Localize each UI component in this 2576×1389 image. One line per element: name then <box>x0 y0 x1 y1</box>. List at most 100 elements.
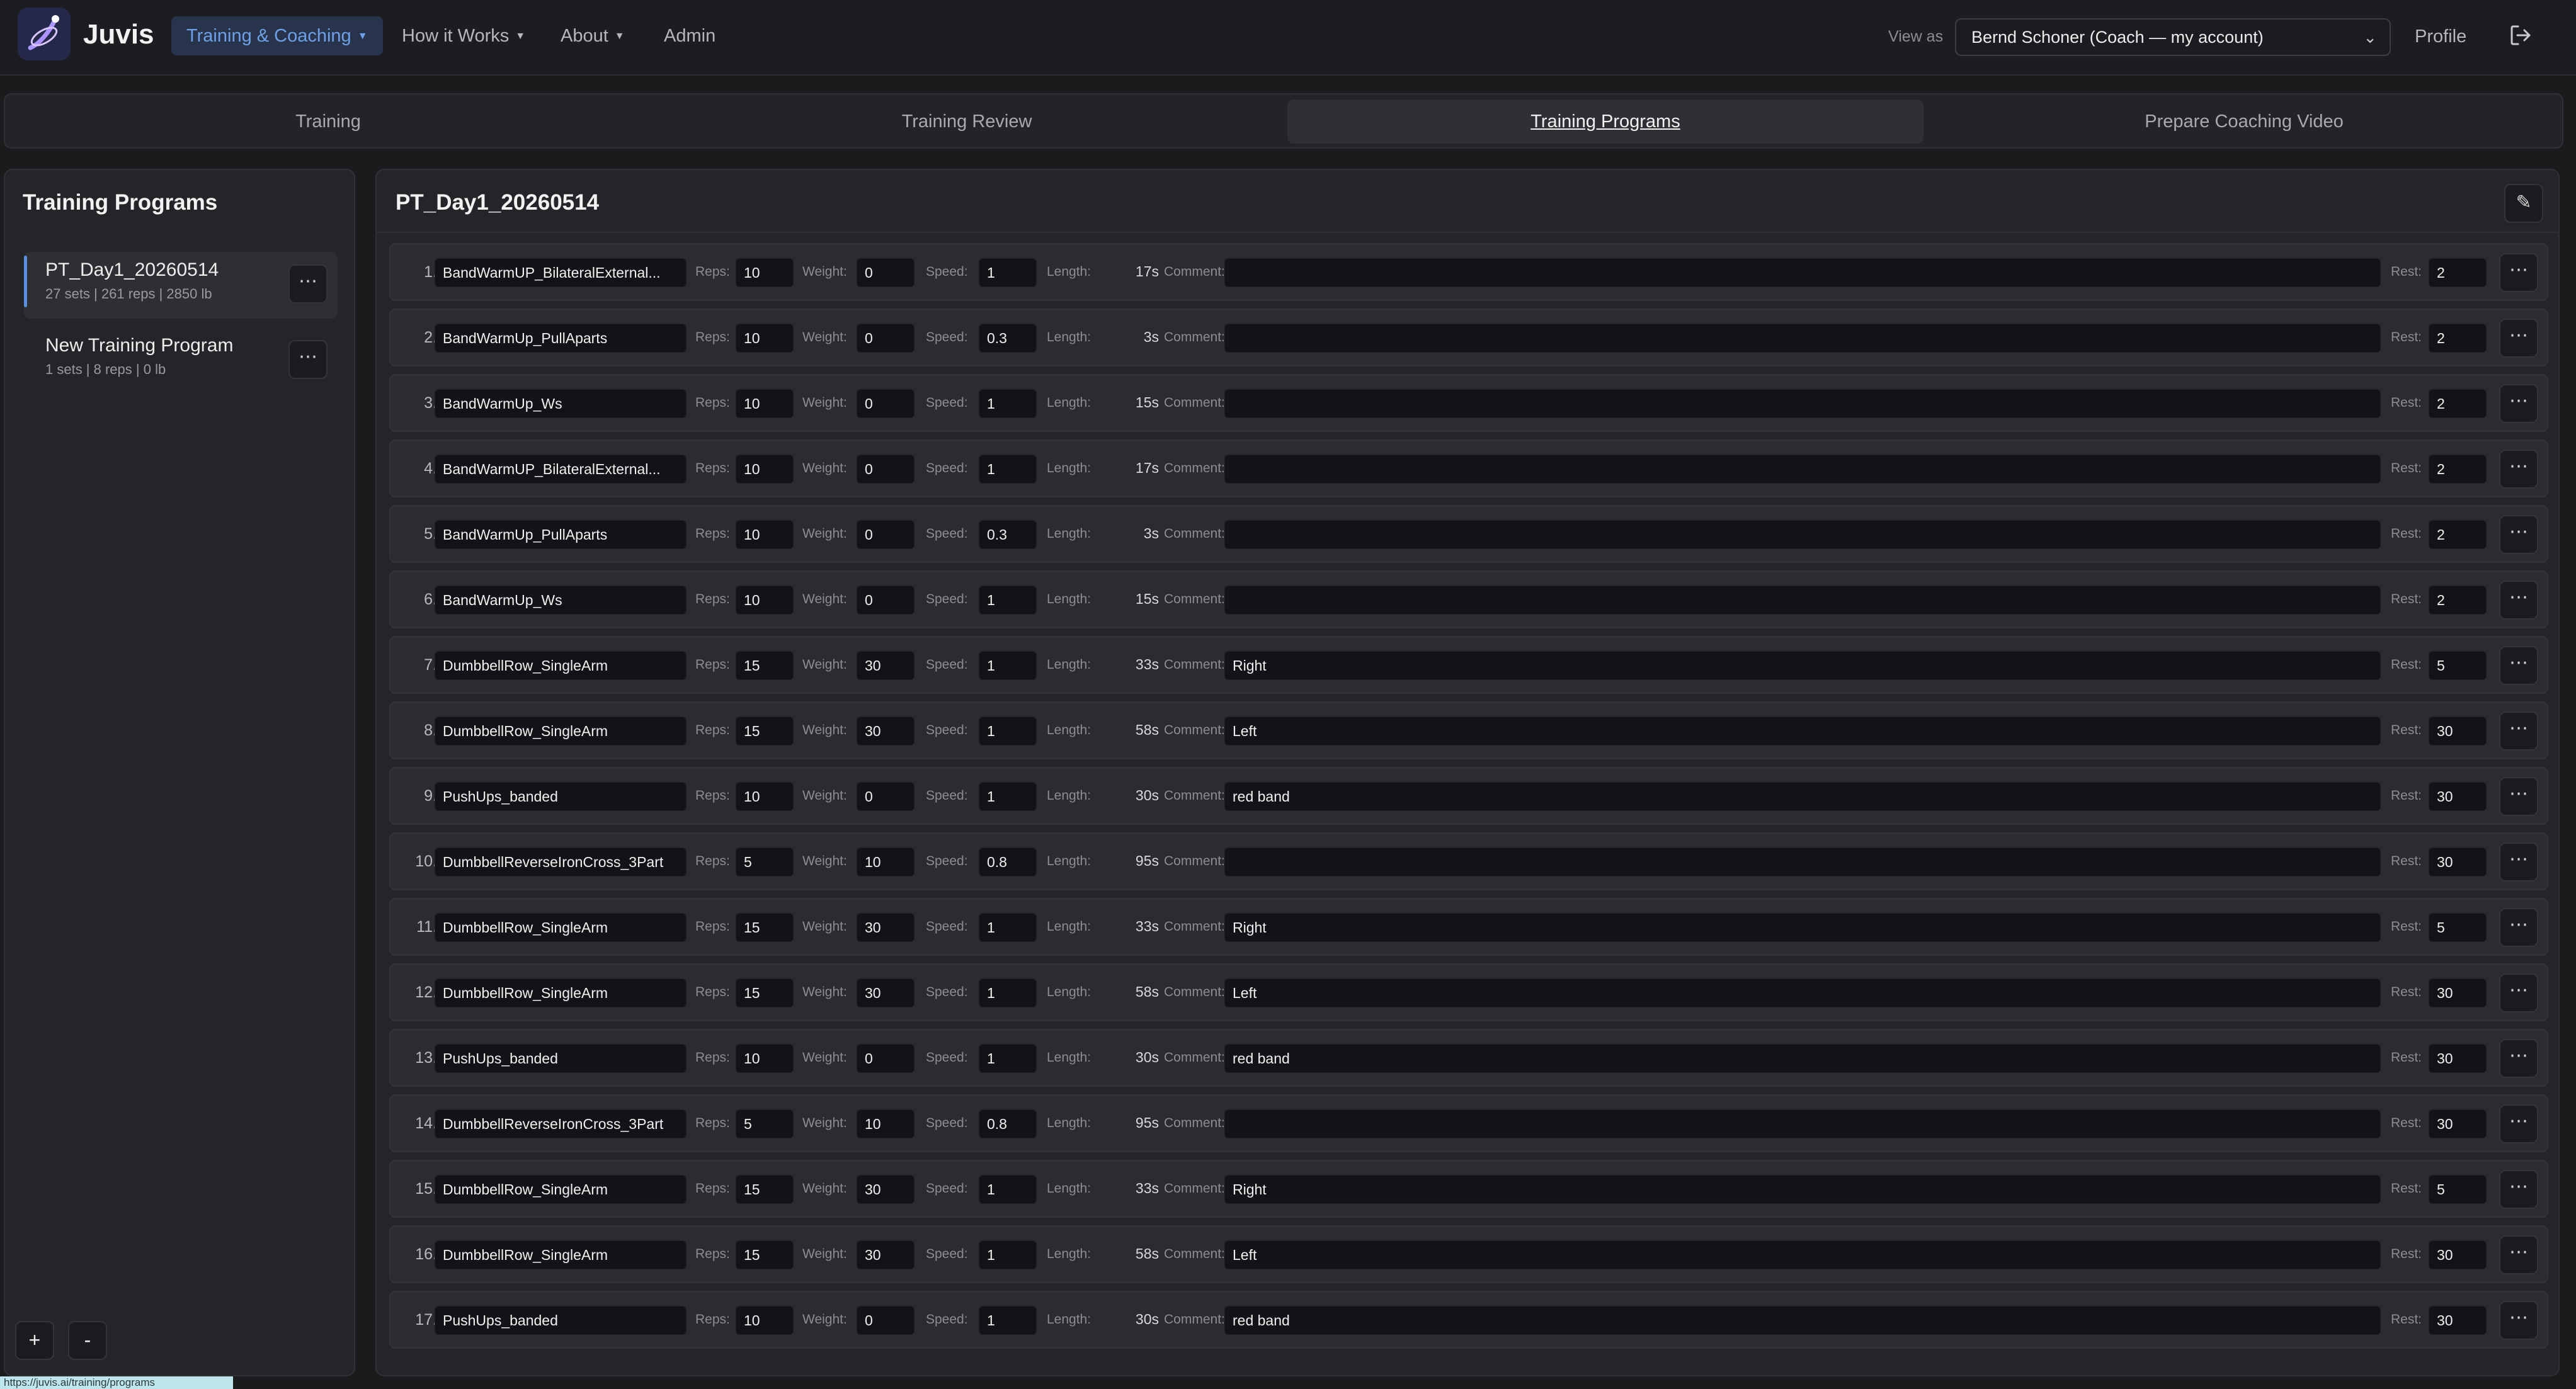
speed-input[interactable]: 0.8 <box>979 848 1037 876</box>
nav-training-coaching[interactable]: Training & Coaching ▼ <box>171 16 383 55</box>
comment-input[interactable]: red band <box>1224 1306 2381 1335</box>
exercise-name-field[interactable]: DumbbellRow_SingleArm <box>435 651 687 680</box>
row-options-button[interactable]: ⋯ <box>2499 842 2538 882</box>
view-as-select[interactable]: Bernd Schoner (Coach — my account) ⌄ <box>1955 18 2391 56</box>
exercise-name-field[interactable]: DumbbellRow_SingleArm <box>435 978 687 1007</box>
exercise-name-field[interactable]: BandWarmUP_BilateralExternal... <box>435 258 687 287</box>
row-options-button[interactable]: ⋯ <box>2499 515 2538 554</box>
row-options-button[interactable]: ⋯ <box>2499 908 2538 947</box>
speed-input[interactable]: 1 <box>979 651 1037 680</box>
comment-input[interactable]: Left <box>1224 1240 2381 1269</box>
speed-input[interactable]: 1 <box>979 717 1037 746</box>
juvis-logo-icon[interactable] <box>18 8 71 60</box>
reps-input[interactable]: 10 <box>736 520 794 549</box>
rest-input[interactable]: 2 <box>2429 455 2487 484</box>
exercise-name-field[interactable]: BandWarmUP_BilateralExternal... <box>435 455 687 484</box>
rest-input[interactable]: 30 <box>2429 1044 2487 1073</box>
rest-input[interactable]: 5 <box>2429 913 2487 942</box>
weight-input[interactable]: 0 <box>857 324 915 353</box>
comment-input[interactable] <box>1224 586 2381 615</box>
reps-input[interactable]: 10 <box>736 324 794 353</box>
speed-input[interactable]: 1 <box>979 1240 1037 1269</box>
reps-input[interactable]: 15 <box>736 913 794 942</box>
rest-input[interactable]: 5 <box>2429 651 2487 680</box>
speed-input[interactable]: 1 <box>979 782 1037 811</box>
speed-input[interactable]: 1 <box>979 258 1037 287</box>
program-item-new-training-program[interactable]: New Training Program 1 sets | 8 reps | 0… <box>24 327 338 394</box>
comment-input[interactable]: red band <box>1224 782 2381 811</box>
nav-admin[interactable]: Admin <box>649 16 731 55</box>
weight-input[interactable]: 30 <box>857 1240 915 1269</box>
weight-input[interactable]: 0 <box>857 520 915 549</box>
row-options-button[interactable]: ⋯ <box>2499 973 2538 1012</box>
weight-input[interactable]: 0 <box>857 1306 915 1335</box>
reps-input[interactable]: 15 <box>736 717 794 746</box>
weight-input[interactable]: 0 <box>857 1044 915 1073</box>
tab-prepare-coaching-video[interactable]: Prepare Coaching Video <box>1926 99 2562 144</box>
comment-input[interactable] <box>1224 455 2381 484</box>
brand-name[interactable]: Juvis <box>83 19 154 50</box>
comment-input[interactable] <box>1224 324 2381 353</box>
reps-input[interactable]: 15 <box>736 1175 794 1204</box>
logout-icon[interactable] <box>2508 23 2533 48</box>
reps-input[interactable]: 10 <box>736 1306 794 1335</box>
rest-input[interactable]: 2 <box>2429 586 2487 615</box>
row-options-button[interactable]: ⋯ <box>2499 384 2538 423</box>
program-options-button[interactable]: ⋯ <box>288 264 328 303</box>
weight-input[interactable]: 0 <box>857 455 915 484</box>
comment-input[interactable] <box>1224 520 2381 549</box>
weight-input[interactable]: 30 <box>857 1175 915 1204</box>
rest-input[interactable]: 2 <box>2429 520 2487 549</box>
program-item-pt-day1[interactable]: PT_Day1_20260514 27 sets | 261 reps | 28… <box>24 252 338 319</box>
weight-input[interactable]: 10 <box>857 848 915 876</box>
reps-input[interactable]: 15 <box>736 651 794 680</box>
tab-training-programs[interactable]: Training Programs <box>1287 99 1923 144</box>
row-options-button[interactable]: ⋯ <box>2499 777 2538 816</box>
reps-input[interactable]: 5 <box>736 848 794 876</box>
speed-input[interactable]: 0.3 <box>979 324 1037 353</box>
exercise-name-field[interactable]: DumbbellRow_SingleArm <box>435 717 687 746</box>
exercise-name-field[interactable]: BandWarmUp_PullAparts <box>435 520 687 549</box>
reps-input[interactable]: 10 <box>736 586 794 615</box>
rest-input[interactable]: 2 <box>2429 389 2487 418</box>
reps-input[interactable]: 10 <box>736 389 794 418</box>
reps-input[interactable]: 10 <box>736 258 794 287</box>
rest-input[interactable]: 30 <box>2429 717 2487 746</box>
exercise-name-field[interactable]: DumbbellReverseIronCross_3Part <box>435 1109 687 1138</box>
weight-input[interactable]: 30 <box>857 651 915 680</box>
exercise-name-field[interactable]: PushUps_banded <box>435 1044 687 1073</box>
exercise-name-field[interactable]: PushUps_banded <box>435 782 687 811</box>
speed-input[interactable]: 1 <box>979 389 1037 418</box>
comment-input[interactable]: Left <box>1224 717 2381 746</box>
exercise-name-field[interactable]: DumbbellRow_SingleArm <box>435 1175 687 1204</box>
exercise-name-field[interactable]: DumbbellRow_SingleArm <box>435 913 687 942</box>
reps-input[interactable]: 10 <box>736 1044 794 1073</box>
weight-input[interactable]: 10 <box>857 1109 915 1138</box>
exercise-name-field[interactable]: BandWarmUp_PullAparts <box>435 324 687 353</box>
row-options-button[interactable]: ⋯ <box>2499 581 2538 620</box>
comment-input[interactable] <box>1224 389 2381 418</box>
speed-input[interactable]: 0.3 <box>979 520 1037 549</box>
reps-input[interactable]: 5 <box>736 1109 794 1138</box>
add-program-button[interactable]: + <box>15 1321 54 1360</box>
rest-input[interactable]: 30 <box>2429 1240 2487 1269</box>
nav-about[interactable]: About ▼ <box>545 16 640 55</box>
rest-input[interactable]: 30 <box>2429 1109 2487 1138</box>
speed-input[interactable]: 1 <box>979 1044 1037 1073</box>
speed-input[interactable]: 1 <box>979 978 1037 1007</box>
comment-input[interactable] <box>1224 848 2381 876</box>
comment-input[interactable]: Right <box>1224 651 2381 680</box>
exercise-name-field[interactable]: DumbbellRow_SingleArm <box>435 1240 687 1269</box>
comment-input[interactable]: Right <box>1224 1175 2381 1204</box>
row-options-button[interactable]: ⋯ <box>2499 319 2538 358</box>
profile-link[interactable]: Profile <box>2415 26 2466 47</box>
reps-input[interactable]: 15 <box>736 1240 794 1269</box>
weight-input[interactable]: 30 <box>857 978 915 1007</box>
weight-input[interactable]: 30 <box>857 913 915 942</box>
edit-pencil-icon[interactable]: ✎ <box>2504 184 2543 223</box>
weight-input[interactable]: 0 <box>857 586 915 615</box>
speed-input[interactable]: 1 <box>979 1306 1037 1335</box>
row-options-button[interactable]: ⋯ <box>2499 1104 2538 1143</box>
speed-input[interactable]: 1 <box>979 1175 1037 1204</box>
speed-input[interactable]: 1 <box>979 455 1037 484</box>
